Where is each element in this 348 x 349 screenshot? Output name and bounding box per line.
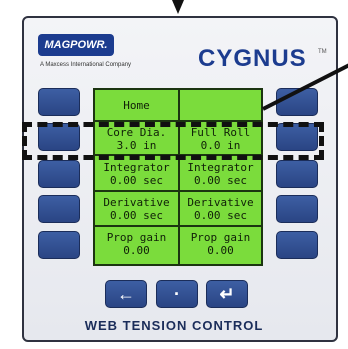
- lcd-cell-value: 0.00 sec: [110, 174, 163, 187]
- right-softkey-5[interactable]: [276, 231, 318, 259]
- lcd-divider: [95, 225, 261, 227]
- enter-button[interactable]: ↵: [206, 280, 248, 308]
- highlight-dashed-box: [22, 122, 324, 160]
- back-arrow-button[interactable]: ←: [105, 280, 147, 308]
- lcd-cell-label: Prop gain: [106, 231, 167, 244]
- right-softkey-3[interactable]: [276, 160, 318, 188]
- left-softkey-5[interactable]: [38, 231, 80, 259]
- brand-subtitle: A Maxcess International Company: [40, 62, 132, 68]
- lcd-cell-value: 0.00: [123, 244, 150, 257]
- trademark: TM: [318, 49, 327, 55]
- lcd-divider: [95, 190, 261, 192]
- decimal-point-button[interactable]: ·: [156, 280, 198, 308]
- right-softkey-4[interactable]: [276, 195, 318, 223]
- lcd-cell-value: 0.00 sec: [194, 174, 247, 187]
- lcd-cell-label: Derivative: [103, 196, 170, 209]
- lcd-cell-label: Integrator: [187, 161, 254, 174]
- lcd-screen: Home Core Dia. 3.0 in Full Roll 0.0 in I…: [93, 88, 263, 266]
- left-softkey-1[interactable]: [38, 88, 80, 116]
- pointer-arrow-icon: [172, 0, 184, 14]
- brand-logo: MAGPOWR.: [38, 34, 114, 56]
- lcd-cell-label: Integrator: [103, 161, 170, 174]
- left-softkey-3[interactable]: [38, 160, 80, 188]
- lcd-cell-value: 0.00 sec: [194, 209, 247, 222]
- product-logo: CYGNUS: [198, 45, 307, 72]
- footer-label: WEB TENSION CONTROL: [84, 318, 264, 333]
- lcd-cell-label: Derivative: [187, 196, 254, 209]
- lcd-cell-value: 0.00: [207, 244, 234, 257]
- lcd-cell-label: Prop gain: [190, 231, 251, 244]
- left-softkey-4[interactable]: [38, 195, 80, 223]
- lcd-header-left: Home: [123, 99, 150, 112]
- lcd-cell-value: 0.00 sec: [110, 209, 163, 222]
